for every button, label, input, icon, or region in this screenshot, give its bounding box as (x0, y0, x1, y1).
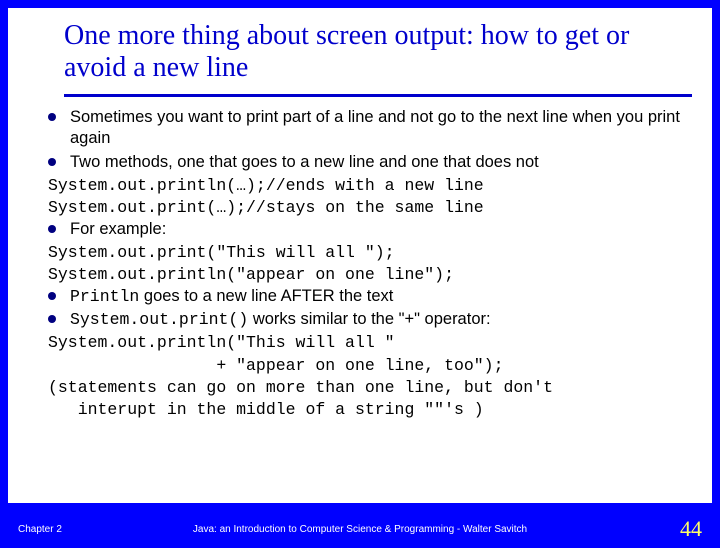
code-line: System.out.println("appear on one line")… (48, 264, 684, 285)
inline-code: Println (70, 287, 139, 306)
bullet-text: Println goes to a new line AFTER the tex… (70, 286, 684, 307)
bullet-icon (48, 113, 56, 121)
bullet-icon (48, 225, 56, 233)
bullet-item: Two methods, one that goes to a new line… (48, 152, 684, 173)
footer-center: Java: an Introduction to Computer Scienc… (193, 524, 527, 535)
title-underline (64, 94, 692, 97)
slide-footer: Chapter 2 Java: an Introduction to Compu… (0, 516, 720, 542)
code-line: System.out.println("This will all " (48, 332, 684, 353)
page-number: 44 (680, 516, 702, 542)
code-line: System.out.print(…);//stays on the same … (48, 197, 684, 218)
code-line: interupt in the middle of a string ""'s … (48, 399, 684, 420)
slide-body: Sometimes you want to print part of a li… (8, 107, 712, 420)
bullet-text: Two methods, one that goes to a new line… (70, 152, 684, 173)
bullet-icon (48, 315, 56, 323)
code-line: System.out.print("This will all "); (48, 242, 684, 263)
footer-left: Chapter 2 (18, 524, 62, 535)
slide-title: One more thing about screen output: how … (8, 8, 712, 90)
slide-card: One more thing about screen output: how … (8, 8, 712, 503)
code-line: System.out.println(…);//ends with a new … (48, 175, 684, 196)
code-line: (statements can go on more than one line… (48, 377, 684, 398)
bullet-tail: works similar to the "+" operator: (248, 310, 490, 328)
bullet-item: System.out.print() works similar to the … (48, 309, 684, 330)
code-line: + "appear on one line, too"); (48, 355, 684, 376)
inline-code: System.out.print() (70, 310, 248, 329)
bullet-text: System.out.print() works similar to the … (70, 309, 684, 330)
bullet-item: Sometimes you want to print part of a li… (48, 107, 684, 149)
bullet-text: Sometimes you want to print part of a li… (70, 107, 684, 149)
bullet-icon (48, 292, 56, 300)
bullet-item: For example: (48, 219, 684, 240)
bullet-text: For example: (70, 219, 684, 240)
bullet-icon (48, 158, 56, 166)
bullet-tail: goes to a new line AFTER the text (139, 287, 393, 305)
bullet-item: Println goes to a new line AFTER the tex… (48, 286, 684, 307)
